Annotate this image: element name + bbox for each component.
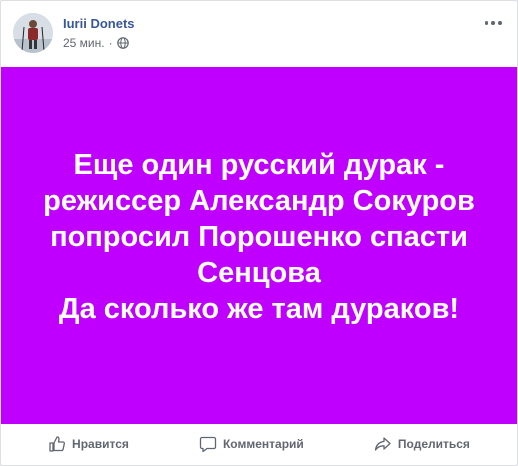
post-meta: 25 мин. · [63, 36, 129, 50]
post-text: Еще один русский дурак - режиссер Алекса… [43, 148, 475, 325]
meta-separator: · [108, 36, 113, 50]
globe-icon[interactable] [116, 37, 129, 49]
share-arrow-icon [374, 437, 391, 451]
like-button[interactable]: Нравится [40, 429, 137, 459]
comment-label: Комментарий [222, 437, 304, 451]
share-button[interactable]: Поделиться [366, 429, 478, 459]
share-label: Поделиться [397, 437, 470, 451]
author-name[interactable]: Iurii Donets [63, 16, 135, 31]
avatar[interactable] [13, 13, 53, 53]
thumbs-up-icon [49, 436, 66, 452]
post-header: Iurii Donets 25 мин. · [13, 13, 503, 55]
avatar-photo-icon [13, 13, 53, 53]
like-label: Нравится [72, 437, 129, 451]
post-timestamp[interactable]: 25 мин. [63, 36, 105, 50]
post-actions: Нравится Комментарий Поделиться [13, 424, 505, 464]
more-options-icon[interactable] [483, 13, 503, 33]
comment-button[interactable]: Комментарий [191, 429, 312, 459]
comment-bubble-icon [199, 436, 217, 453]
post-card: Iurii Donets 25 мин. · Еще один русский … [0, 0, 518, 466]
post-content-background: Еще один русский дурак - режиссер Алекса… [1, 67, 517, 424]
